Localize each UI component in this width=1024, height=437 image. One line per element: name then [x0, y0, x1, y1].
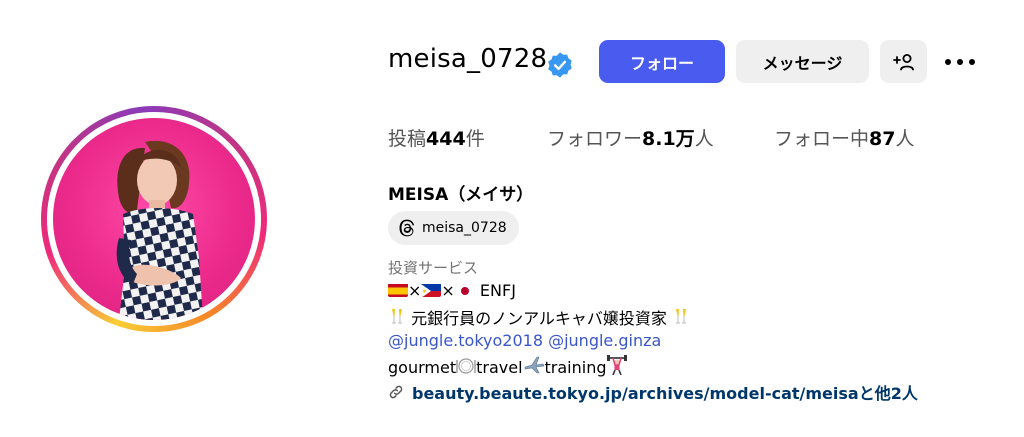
- following-count: 87: [869, 128, 896, 150]
- avatar[interactable]: [53, 118, 255, 320]
- threads-handle: meisa_0728: [422, 220, 507, 236]
- follow-button[interactable]: フォロー: [599, 40, 725, 83]
- champagne-icon: [672, 308, 690, 330]
- bio-line-mentions: @jungle.tokyo2018 @jungle.ginza: [388, 331, 661, 350]
- bio-separator: ×: [441, 281, 455, 300]
- following-unit: 人: [895, 128, 915, 150]
- interest-travel: travel: [476, 358, 523, 377]
- add-user-icon: [892, 53, 914, 70]
- posts-label: 投稿: [388, 128, 427, 150]
- weightlifter-icon: [606, 355, 627, 379]
- interest-gourmet: gourmet: [388, 358, 457, 377]
- interest-training: training: [544, 358, 607, 377]
- verified-badge-icon: [548, 52, 572, 78]
- more-icon: [945, 59, 975, 65]
- avatar-story-ring[interactable]: [41, 106, 267, 332]
- mention-jungle-tokyo[interactable]: @jungle.tokyo2018: [388, 331, 543, 350]
- posts-count: 444: [426, 128, 466, 150]
- spain-flag-icon: [388, 283, 408, 297]
- following-label: フォロー中: [774, 128, 870, 150]
- profile-category: 投資サービス: [388, 259, 479, 277]
- bio-occupation-text: 元銀行員のノンアルキャバ嬢投資家: [411, 309, 667, 328]
- full-name: MEISA（メイサ）: [388, 185, 534, 205]
- external-link-text[interactable]: beauty.beaute.tokyo.jp/archives/model-ca…: [412, 380, 918, 404]
- add-user-button[interactable]: [880, 40, 927, 83]
- avatar-image: [116, 140, 203, 320]
- bio-line-interests: gourmet travel training: [388, 355, 627, 379]
- followers-count: 8.1万: [642, 128, 695, 150]
- message-button[interactable]: メッセージ: [736, 40, 869, 83]
- link-icon: [389, 385, 403, 399]
- mention-jungle-ginza[interactable]: @jungle.ginza: [548, 331, 661, 350]
- bio-personality-type: ENFJ: [479, 281, 516, 300]
- plate-icon: [456, 357, 476, 379]
- stat-posts: 投稿444件: [388, 124, 485, 151]
- champagne-icon: [388, 308, 406, 330]
- more-options-button[interactable]: [940, 48, 980, 76]
- threads-link-chip[interactable]: meisa_0728: [388, 211, 519, 245]
- external-link[interactable]: beauty.beaute.tokyo.jp/archives/model-ca…: [388, 380, 918, 404]
- followers-label: フォロワー: [547, 128, 643, 150]
- stat-following[interactable]: フォロー中87人: [774, 124, 914, 151]
- posts-unit: 件: [465, 128, 485, 150]
- airplane-icon: [523, 355, 545, 379]
- japan-flag-icon: [454, 283, 475, 297]
- bio-line-flags: × × ENFJ: [388, 281, 516, 300]
- stat-followers[interactable]: フォロワー8.1万人: [547, 124, 714, 151]
- bio-line-occupation: 元銀行員のノンアルキャバ嬢投資家: [388, 305, 690, 330]
- bio-separator: ×: [408, 281, 422, 300]
- threads-icon: [399, 219, 415, 237]
- philippines-flag-icon: [421, 283, 442, 297]
- followers-unit: 人: [694, 128, 714, 150]
- username: meisa_0728: [388, 44, 548, 74]
